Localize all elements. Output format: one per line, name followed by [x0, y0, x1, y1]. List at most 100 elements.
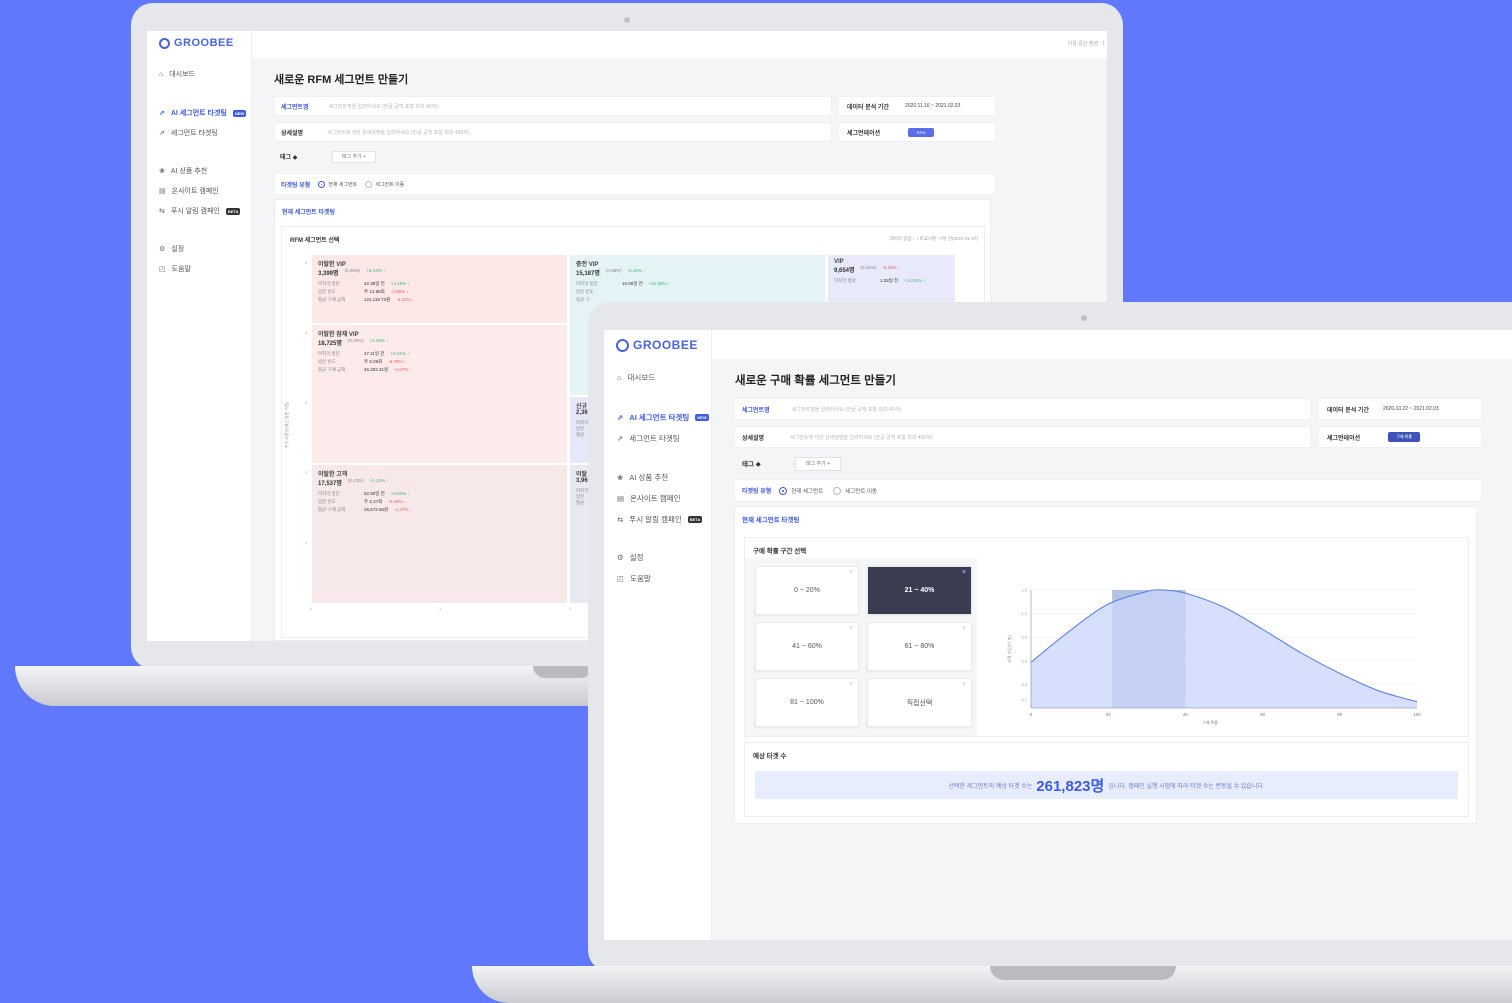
logo-text: GROOBEE — [174, 37, 234, 49]
front-topbar — [712, 330, 1512, 359]
y-tick-label: 0.1 — [1021, 698, 1027, 703]
new-badge: NEW — [232, 109, 247, 117]
estimate-title: 예상 타겟 수 — [753, 753, 787, 760]
gear-icon: ⚙ — [159, 246, 166, 253]
tag-row: 태그 ◆ — [280, 155, 298, 161]
sidebar-item-push[interactable]: ⇆ 푸시 알림 캠페인 BETA — [159, 206, 241, 216]
sidebar-item-ai-product[interactable]: ❀ AI 상품 추천 — [617, 472, 668, 483]
plan-text: 이용 중인 플랜 : 1 — [1067, 41, 1105, 47]
probability-distribution-chart: 0.1 0.3 0.6 0.9 1.2 1.5 0 20 40 60 80 100 구매 확률 고객 수(… — [1006, 588, 1421, 726]
range-41-60[interactable]: 41 ~ 60% × — [755, 622, 859, 671]
range-61-80[interactable]: 61 ~ 80% × — [867, 622, 972, 671]
close-icon: × — [848, 681, 853, 688]
x-tick-label: 40 — [1183, 712, 1189, 717]
y-axis-label: 수익 시장성(최근 방문 기준) — [284, 401, 290, 449]
close-icon: × — [961, 569, 966, 576]
sidebar-item-settings[interactable]: ⚙ 설정 — [617, 552, 644, 563]
back-laptop-camera — [624, 17, 630, 23]
add-tag-button[interactable]: 태그 추가 + — [332, 151, 376, 163]
radio-current-segment[interactable] — [318, 180, 326, 188]
segmentation-type: 세그먼테이션 구매 확률 — [1318, 426, 1482, 448]
help-icon: ◰ — [159, 266, 166, 273]
gear-icon: ⚙ — [617, 553, 624, 562]
back-laptop-notch — [533, 666, 593, 678]
range-81-100[interactable]: 81 ~ 100% × — [755, 678, 859, 727]
sidebar-item-ai-segment[interactable]: ⇗ AI 세그먼트 타겟팅 NEW — [159, 108, 247, 118]
radio-move-segment[interactable] — [365, 180, 373, 188]
back-topbar: 이용 중인 플랜 : 1 — [252, 31, 1107, 58]
probability-panel: 구매 확률 구간 선택 0 ~ 20% × 21 ~ 40% × 41 ~ 60% ×… — [744, 537, 1469, 737]
push-icon: ⇆ — [617, 515, 624, 524]
targeting-type-row: 타겟팅 유형 현재 세그먼트 세그먼트 이동 — [274, 173, 996, 195]
rfm-cell-churned-customer[interactable]: 이탈한 고객 17,537명 (0.43%) +1.12% ↑ 마지막 방문 52.5… — [312, 465, 567, 603]
x-tick: 2 — [569, 606, 572, 611]
current-segment-panel: 현재 세그먼트 타겟팅 구매 확률 구간 선택 0 ~ 20% × 21 ~ 40… — [734, 506, 1477, 824]
back-sidebar: GROOBEE ⌂ 대시보드 ⇗ AI 세그먼트 타겟팅 NEW ⇗ 세그먼트 타겟팅 … — [147, 31, 252, 641]
sidebar-item-dashboard[interactable]: ⌂ 대시보드 — [159, 69, 195, 79]
sidebar-item-onsite[interactable]: ▤ 온사이트 캠페인 — [617, 493, 680, 504]
rfm-cell-churned-potential-vip[interactable]: 이탈한 잠재 VIP 18,725명 (0.46%) +1.43% ↑ 마지막 방문… — [312, 325, 567, 463]
x-tick-label: 100 — [1413, 712, 1421, 717]
sidebar-item-push[interactable]: ⇆ 푸시 알림 캠페인 BETA — [617, 514, 703, 525]
y-tick: 1 — [305, 540, 308, 545]
rfm-chip: RFM — [908, 127, 935, 137]
rfm-cell-churned-vip[interactable]: 이탈한 VIP 3,399명 (0.08%) +5.44% ↑ 마지막 방문 42.3… — [312, 255, 567, 323]
new-badge: NEW — [695, 414, 709, 421]
estimate-panel: 예상 타겟 수 선택한 세그먼트의 예상 타겟 수는 261,823명 입니다.… — [744, 742, 1469, 817]
close-icon: × — [848, 625, 853, 632]
sidebar-item-help[interactable]: ◰ 도움말 — [617, 573, 651, 584]
segmentation-type: 세그먼테이션 RFM — [838, 122, 996, 142]
estimate-value: 261,823명 — [1036, 777, 1105, 795]
sidebar-item-segment[interactable]: ⇗ 세그먼트 타겟팅 — [617, 433, 680, 444]
x-tick: 0 — [310, 606, 313, 611]
range-21-40[interactable]: 21 ~ 40% × — [867, 566, 972, 615]
back-logo: GROOBEE — [159, 37, 234, 49]
help-icon: ◰ — [617, 574, 625, 583]
range-custom[interactable]: 직접선택 × — [867, 678, 972, 727]
radio-move-segment[interactable] — [833, 486, 842, 495]
range-0-20[interactable]: 0 ~ 20% × — [755, 566, 859, 615]
rfm-title: RFM 세그먼트 선택 — [290, 238, 340, 244]
front-sidebar: GROOBEE ⌂ 대시보드 ⇗ AI 세그먼트 타겟팅 NEW ⇗ 세그먼트 타겟팅 … — [604, 330, 712, 940]
external-link-icon: ⇗ — [159, 110, 165, 117]
sidebar-item-settings[interactable]: ⚙ 설정 — [159, 244, 184, 254]
push-icon: ⇆ — [159, 208, 165, 215]
description-field[interactable]: 상세설명 세그먼트에 대한 상세설명을 입력하세요 (한글 공백 포함 최대 4… — [274, 122, 832, 142]
home-icon: ⌂ — [159, 70, 164, 78]
analysis-period: 데이터 분석 기간 2020.11.16 ~ 2021.02.03 — [838, 96, 996, 116]
close-icon: × — [961, 681, 966, 688]
page-title: 새로운 RFM 세그먼트 만들기 — [274, 74, 409, 86]
segment-name-field[interactable]: 세그먼트명 세그먼트명을 입력하세요 (한글 공백 포함 최대 40자) — [734, 398, 1311, 420]
sidebar-item-onsite[interactable]: ▤ 온사이트 캠페인 — [159, 186, 219, 196]
segment-name-field[interactable]: 세그먼트명 세그먼트명을 입력하세요 (한글 공백 포함 최대 40자) — [274, 96, 832, 116]
y-tick-label: 0.6 — [1021, 658, 1027, 663]
external-link-icon: ⇗ — [159, 130, 165, 137]
beta-badge: BETA — [225, 207, 241, 215]
tag-row: 태그 ◆ — [742, 461, 761, 468]
document-icon: ▤ — [159, 188, 166, 195]
targeting-type-row: 타겟팅 유형 현재 세그먼트 세그먼트 이동 — [734, 479, 1482, 502]
sidebar-item-dashboard[interactable]: ⌂ 대시보드 — [617, 372, 655, 383]
y-tick: 4 — [305, 330, 308, 335]
analysis-period: 데이터 분석 기간 2020.10.22 ~ 2021.02.03 — [1318, 398, 1482, 420]
y-tick-label: 0.9 — [1021, 635, 1027, 640]
logo-icon — [159, 37, 170, 49]
sidebar-item-segment[interactable]: ⇗ 세그먼트 타겟팅 — [159, 128, 218, 138]
purchase-probability-chip: 구매 확률 — [1388, 432, 1421, 442]
description-field[interactable]: 상세설명 세그먼트에 대한 상세설명을 입력하세요 (한글 공백 포함 최대 4… — [734, 426, 1311, 448]
probability-title: 구매 확률 구간 선택 — [753, 548, 807, 555]
front-screen: GROOBEE ⌂ 대시보드 ⇗ AI 세그먼트 타겟팅 NEW ⇗ 세그먼트 타겟팅 … — [604, 330, 1512, 940]
sidebar-item-help[interactable]: ◰ 도움말 — [159, 264, 191, 274]
radio-current-segment[interactable] — [779, 486, 788, 495]
product-icon: ❀ — [159, 168, 165, 175]
rfm-meta: 데이터 증감 ↑ ↓ 비교기준 : 7일 전(2021-01-27) — [889, 236, 978, 241]
front-laptop-camera — [1081, 315, 1087, 321]
logo-text: GROOBEE — [633, 338, 698, 352]
page-title: 새로운 구매 확률 세그먼트 만들기 — [735, 375, 896, 387]
sidebar-item-ai-product[interactable]: ❀ AI 상품 추천 — [159, 166, 207, 176]
x-axis-label: 구매 확률 — [1202, 719, 1218, 725]
sidebar-item-ai-segment[interactable]: ⇗ AI 세그먼트 타겟팅 NEW — [617, 412, 709, 423]
add-tag-button[interactable]: 태그 추가 + — [795, 457, 841, 471]
external-link-icon: ⇗ — [617, 434, 624, 443]
y-tick-label: 1.2 — [1021, 611, 1027, 616]
